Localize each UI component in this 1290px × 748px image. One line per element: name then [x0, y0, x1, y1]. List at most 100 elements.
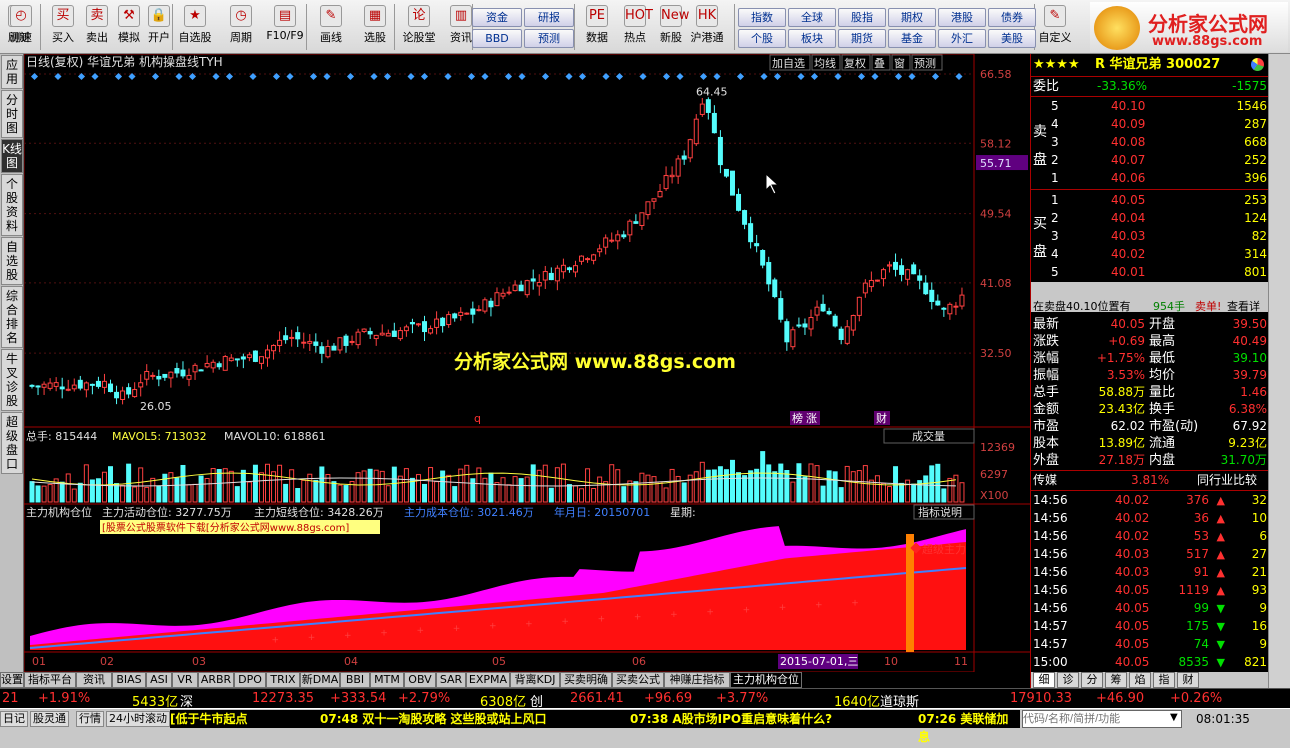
indicator-tab[interactable]: OBV — [404, 672, 436, 688]
search-input[interactable] — [1022, 710, 1182, 728]
indicator-tab[interactable]: VR — [172, 672, 198, 688]
indicator-tab[interactable]: 主力机构仓位A7 — [730, 672, 802, 700]
indicator-tab[interactable]: 买卖明确 — [560, 672, 612, 688]
news-item[interactable]: 07:26 美联储加息 — [918, 710, 1020, 746]
status-button[interactable]: 日记 — [0, 711, 28, 727]
news-item[interactable]: 07:48 双十一淘股攻略 这些股或站上风口 — [320, 710, 547, 728]
hk-button[interactable]: HK 沪港通 — [688, 2, 726, 52]
candle-body — [403, 326, 409, 332]
buy-level: 5 — [1051, 265, 1059, 279]
indicator-tab[interactable]: SAR — [436, 672, 466, 688]
left-tab[interactable]: 综合排名 — [1, 286, 23, 348]
custom-button[interactable]: ✎ 自定义 — [1036, 2, 1074, 52]
indicator-tab[interactable]: 新DMA — [300, 672, 340, 688]
webi-val: -1575 — [1232, 79, 1267, 93]
panel-tab[interactable]: 分 — [1081, 672, 1103, 688]
current-price-label: 55.71 — [980, 157, 1012, 170]
market-button[interactable]: 美股 — [988, 29, 1036, 48]
left-tab[interactable]: 自选股 — [1, 237, 23, 285]
market-button[interactable]: 股指 — [838, 8, 886, 27]
watchlist-button[interactable]: ★ 自选股 — [176, 2, 214, 52]
indicator-tab[interactable]: 神赚庄指标 — [664, 672, 730, 688]
status-button[interactable]: 行情 — [76, 711, 104, 727]
left-tab[interactable]: 个股资料 — [1, 174, 23, 236]
market-button[interactable]: 指数 — [738, 8, 786, 27]
tick-volume: 517 — [1186, 547, 1209, 561]
news-item[interactable]: [低于牛市起点 — [170, 710, 248, 728]
kline-chart[interactable]: 66.58 58.12 49.54 41.08 32.50 55.71 64.45 26.05… — [24, 54, 1030, 672]
panel-tab[interactable]: 焰 — [1129, 672, 1151, 688]
panel-tab[interactable]: 筹 — [1105, 672, 1127, 688]
panel-tab[interactable]: 财 — [1177, 672, 1199, 688]
buy-button[interactable]: 买买入 — [44, 2, 82, 52]
news-item[interactable]: 07:38 A股市场IPO重启意味着什么? — [630, 710, 832, 728]
hot-button[interactable]: HOT 热点 — [616, 2, 654, 52]
indicator-tab[interactable]: 买卖公式 — [612, 672, 664, 688]
volume-bar — [428, 467, 434, 503]
candle-body — [754, 243, 760, 247]
candle-body — [639, 212, 645, 226]
candle-body — [536, 282, 542, 287]
grid1-button[interactable]: 资金 — [472, 8, 522, 27]
up-arrow-icon: ▲ — [1216, 530, 1225, 543]
forum-button[interactable]: 论论股堂 — [400, 2, 438, 52]
indicator-tab[interactable]: 资讯 — [76, 672, 112, 688]
chart-area[interactable]: 66.58 58.12 49.54 41.08 32.50 55.71 64.45 26.05… — [24, 54, 1030, 672]
status-button[interactable]: 股灵通 — [30, 711, 69, 727]
indicator-tab[interactable]: 指标平台 — [24, 672, 76, 688]
market-button[interactable]: 外汇 — [938, 29, 986, 48]
indicator-tab[interactable]: DPO — [234, 672, 266, 688]
candle-body — [126, 387, 132, 395]
left-tab[interactable]: 分时图 — [1, 90, 23, 138]
speed-button[interactable]: ◴ 测速 — [2, 2, 40, 52]
market-button[interactable]: 全球 — [788, 8, 836, 27]
left-tab[interactable]: 牛叉诊股 — [1, 349, 23, 411]
indicator-tab[interactable]: BBI — [340, 672, 370, 688]
draw-button[interactable]: ✎ 画线 — [312, 2, 350, 52]
indicator-tab[interactable]: BIAS — [112, 672, 146, 688]
left-tab[interactable]: K线图 — [1, 139, 23, 173]
panel-tab[interactable]: 指 — [1153, 672, 1175, 688]
left-tab[interactable]: 超级盘口 — [1, 412, 23, 474]
panel-tab[interactable]: 细 — [1033, 672, 1055, 688]
event-marker: 财 — [876, 411, 887, 425]
tick-count: 9 — [1259, 601, 1267, 615]
grid1-button[interactable]: 预测 — [524, 29, 574, 48]
grid1-button[interactable]: 研报 — [524, 8, 574, 27]
indicator-tab[interactable]: TRIX — [266, 672, 300, 688]
market-button[interactable]: 债券 — [988, 8, 1036, 27]
indicator-tab[interactable]: ASI — [146, 672, 172, 688]
candle-body — [790, 329, 796, 348]
market-button[interactable]: 期货 — [838, 29, 886, 48]
data-button[interactable]: PE 数据 — [578, 2, 616, 52]
market-button[interactable]: 个股 — [738, 29, 786, 48]
market-button[interactable]: 板块 — [788, 29, 836, 48]
volume-bar — [717, 466, 723, 503]
indicator-tab[interactable]: MTM — [370, 672, 404, 688]
search-dropdown-icon[interactable]: ▼ — [1170, 712, 1178, 723]
select-button[interactable]: ▦ 选股 — [356, 2, 394, 52]
indicator-tab[interactable]: 背离KDJ — [510, 672, 560, 688]
settings-tab[interactable]: 设置 — [0, 672, 24, 688]
newstock-button[interactable]: New 新股 — [652, 2, 690, 52]
date-tick-label: 06 — [632, 655, 646, 668]
market-button[interactable]: 期权 — [888, 8, 936, 27]
market-button[interactable]: 基金 — [888, 29, 936, 48]
tick-count: 27 — [1251, 547, 1267, 561]
indicator-tab[interactable]: ARBR — [198, 672, 234, 688]
f10-button[interactable]: ▤ F10/F9 — [266, 2, 304, 52]
indicator-tab[interactable]: EXPMA — [466, 672, 510, 688]
period-button[interactable]: ◷ 周期 — [222, 2, 260, 52]
panel-tab[interactable]: 诊 — [1057, 672, 1079, 688]
status-button[interactable]: 24小时滚动 — [106, 711, 170, 727]
news-scroller[interactable]: [低于牛市起点 07:48 双十一淘股攻略 这些股或站上风口 07:38 A股市场I… — [170, 710, 1020, 744]
right-scrollbar[interactable] — [1268, 54, 1290, 688]
event-marker: 榜 — [792, 411, 803, 425]
volume-bar — [941, 488, 947, 503]
order-tip[interactable]: 在卖盘40.10位置有 954手 卖单! 查看详细 — [1031, 282, 1269, 329]
grid1-button[interactable]: BBD — [472, 29, 522, 48]
market-button[interactable]: 港股 — [938, 8, 986, 27]
left-tab[interactable]: 应用 — [1, 55, 23, 89]
volume-bar — [65, 473, 71, 503]
signal-diamond — [676, 72, 684, 81]
